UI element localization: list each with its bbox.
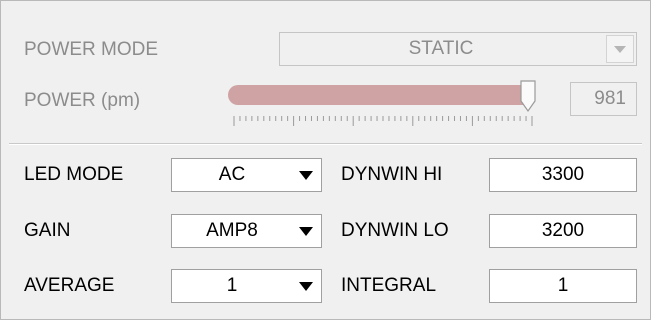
power-mode-dropdown-button[interactable] <box>606 35 634 63</box>
power-mode-select[interactable]: STATIC <box>279 32 637 66</box>
integral-label: INTEGRAL <box>341 275 437 296</box>
power-mode-label: POWER MODE <box>24 39 159 60</box>
slider-thumb-icon[interactable] <box>518 79 538 113</box>
chevron-down-icon <box>299 171 313 180</box>
led-mode-dropdown-button[interactable] <box>291 159 321 191</box>
separator <box>9 143 642 145</box>
dynwin-hi-field[interactable]: 3300 <box>489 158 637 192</box>
average-value: 1 <box>226 275 238 296</box>
power-mode-value: STATIC <box>408 38 474 59</box>
led-mode-label: LED MODE <box>24 164 124 185</box>
led-mode-select[interactable]: AC <box>171 158 322 192</box>
gain-value: AMP8 <box>206 220 258 241</box>
chevron-down-icon <box>299 282 313 291</box>
settings-panel: POWER MODE STATIC POWER (pm) 981 LED MOD… <box>0 0 651 320</box>
chevron-down-icon <box>299 227 313 236</box>
average-label: AVERAGE <box>24 275 115 296</box>
power-slider-ticks <box>233 116 533 126</box>
gain-dropdown-button[interactable] <box>291 215 321 247</box>
chevron-down-icon <box>614 46 626 53</box>
led-mode-value: AC <box>218 164 246 185</box>
power-value-field[interactable]: 981 <box>570 82 637 116</box>
average-select[interactable]: 1 <box>171 269 322 303</box>
average-dropdown-button[interactable] <box>291 270 321 302</box>
power-label: POWER (pm) <box>24 90 141 111</box>
dynwin-hi-label: DYNWIN HI <box>341 164 443 185</box>
power-slider-track[interactable] <box>228 85 534 105</box>
gain-select[interactable]: AMP8 <box>171 214 322 248</box>
dynwin-lo-field[interactable]: 3200 <box>489 214 637 248</box>
dynwin-lo-label: DYNWIN LO <box>341 220 449 241</box>
gain-label: GAIN <box>24 220 71 241</box>
integral-field[interactable]: 1 <box>489 269 637 303</box>
